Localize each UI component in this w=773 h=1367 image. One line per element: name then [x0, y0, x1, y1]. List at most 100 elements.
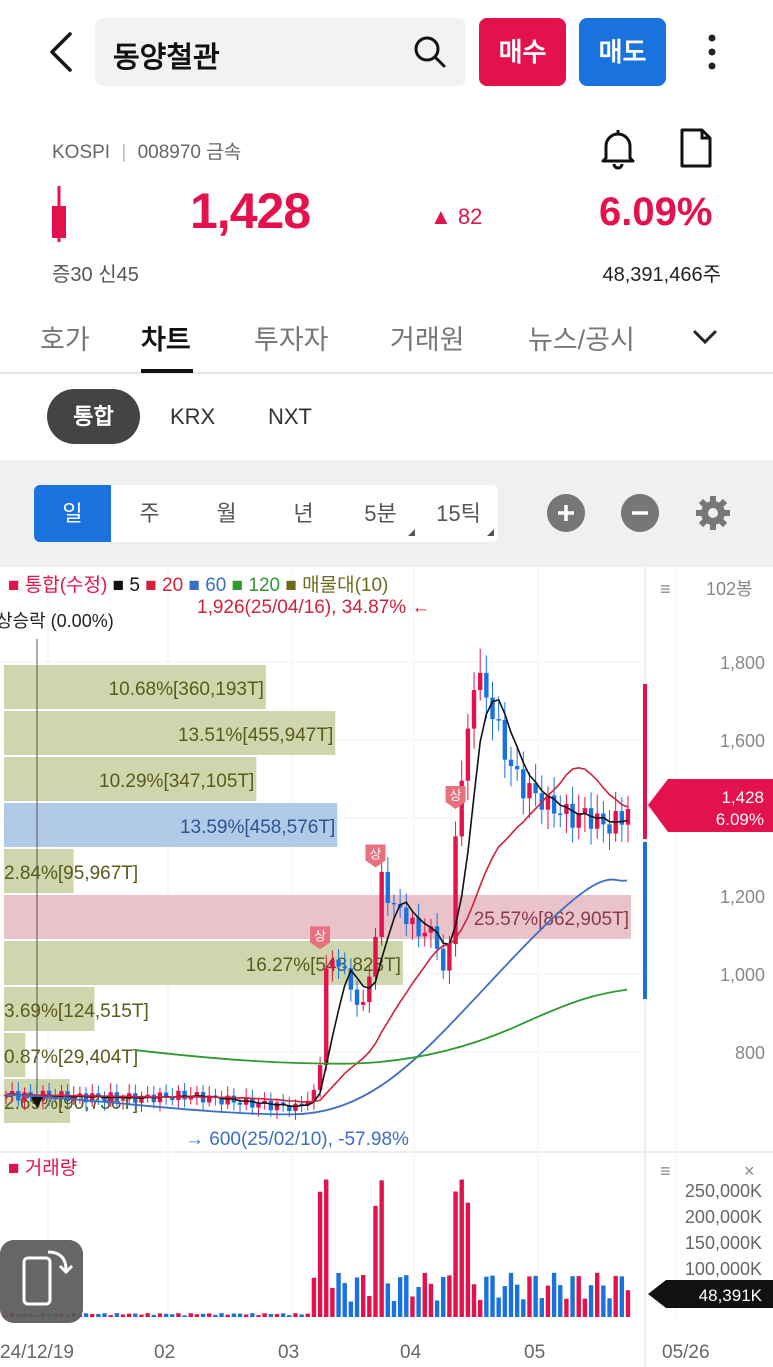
volume-bar	[508, 1272, 514, 1317]
volume-bar	[348, 1301, 354, 1317]
back-arrow-icon[interactable]	[40, 28, 80, 76]
more-options-icon[interactable]	[700, 28, 724, 76]
period-day[interactable]: 일	[34, 485, 111, 542]
up-triangle-icon: ▲	[430, 204, 452, 229]
x-tick-label: 03	[278, 1342, 299, 1363]
profile-label: 13.51%[455,947T]	[178, 725, 333, 746]
chart-area[interactable]: 10.68%[360,193T] 13.51%[455,947T] 10.29%[3…	[0, 567, 773, 1367]
gear-icon[interactable]	[694, 494, 732, 532]
limit-up-label: 상	[370, 847, 382, 862]
volume-bar	[237, 1313, 243, 1317]
meta-divider: |	[121, 142, 127, 163]
dropdown-corner-icon	[408, 529, 415, 536]
mini-candle-icon	[52, 186, 66, 242]
profile-label: 0.87%[29,404T]	[4, 1047, 138, 1068]
candle-body	[477, 672, 483, 691]
volume-bar	[613, 1275, 618, 1317]
candle-body	[324, 968, 329, 1066]
volume-bar	[225, 1314, 230, 1317]
profile-label: 10.68%[360,193T]	[109, 679, 264, 700]
volume-bar	[243, 1314, 249, 1317]
volume-bar	[324, 1179, 329, 1317]
zoom-out-icon[interactable]	[621, 494, 659, 532]
volume-bar	[570, 1276, 575, 1317]
candle-body	[391, 902, 397, 905]
tab-orderbook[interactable]: 호가	[40, 318, 90, 357]
change-percent: 6.09%	[599, 190, 713, 234]
period-15tick[interactable]: 15틱	[419, 485, 498, 542]
chevron-down-icon[interactable]	[690, 322, 720, 352]
list-icon[interactable]: ≡	[660, 579, 671, 599]
detail-tabs: 호가 차트 투자자 거래원 뉴스/공시	[0, 300, 773, 374]
candle-body	[385, 871, 391, 903]
candle-body	[582, 808, 588, 814]
candle-body	[496, 719, 501, 721]
volume-bar	[317, 1191, 323, 1317]
market-option-nxt[interactable]: NXT	[268, 404, 312, 430]
volume-bar	[268, 1314, 274, 1317]
volume-bar	[83, 1313, 89, 1317]
period-month[interactable]: 월	[188, 485, 265, 542]
candle-body	[576, 813, 581, 828]
candle-body	[410, 917, 415, 925]
candle-body	[373, 936, 378, 977]
volume-bar	[250, 1313, 255, 1317]
tab-investor[interactable]: 투자자	[254, 318, 329, 357]
volume-bar	[391, 1300, 397, 1317]
volume-bar	[280, 1313, 286, 1317]
volume-y-tick-label: 150,000K	[685, 1233, 762, 1253]
volume-y-tick-label: 100,000K	[685, 1259, 762, 1279]
volume-bar	[342, 1283, 347, 1317]
period-5min[interactable]: 5분	[342, 485, 419, 542]
tab-chart[interactable]: 차트	[141, 318, 191, 357]
limit-up-label: 상	[450, 788, 462, 803]
period-year[interactable]: 년	[265, 485, 342, 542]
volume-bar	[274, 1314, 280, 1317]
volume-bar	[145, 1313, 150, 1317]
volume-bar	[293, 1313, 298, 1317]
volume-bar	[139, 1314, 144, 1317]
volume-bar	[360, 1275, 366, 1317]
stock-name: 동양철관	[113, 42, 220, 74]
buy-button[interactable]: 매수	[479, 18, 566, 86]
limit-up-label: 상	[314, 928, 326, 943]
document-icon[interactable]	[676, 126, 716, 170]
volume-bar	[477, 1299, 483, 1317]
close-icon[interactable]: ×	[744, 1161, 755, 1181]
candle-body	[237, 1102, 243, 1105]
high-annotation: 1,926(25/04/16), 34.87% ←	[197, 597, 430, 618]
volume-bar	[311, 1277, 317, 1317]
bell-icon[interactable]	[598, 126, 638, 170]
market-option-integrated[interactable]: 통합	[47, 389, 140, 444]
market-option-krx[interactable]: KRX	[170, 404, 215, 430]
tab-news[interactable]: 뉴스/공시	[528, 318, 635, 357]
tab-broker[interactable]: 거래원	[390, 318, 465, 357]
rotate-screen-icon[interactable]	[0, 1240, 83, 1323]
volume-bar	[126, 1313, 132, 1317]
candle-body	[508, 759, 514, 767]
y-tick-label: 1,600	[720, 731, 765, 751]
candle-body	[619, 811, 625, 825]
volume-bar	[502, 1286, 508, 1317]
period-selector: 일 주 월 년 5분 15틱	[34, 485, 498, 542]
volume-bar	[90, 1314, 95, 1317]
sell-button[interactable]: 매도	[579, 18, 666, 86]
candle-body	[527, 783, 532, 799]
period-week[interactable]: 주	[111, 485, 188, 542]
candle-body	[416, 917, 421, 937]
stock-search-box[interactable]: 동양철관	[95, 18, 466, 86]
volume-bar	[373, 1205, 378, 1317]
search-icon[interactable]	[412, 34, 448, 70]
volume-list-icon[interactable]: ≡	[660, 1161, 671, 1181]
zoom-in-icon[interactable]	[547, 494, 585, 532]
chart-canvas[interactable]: 10.68%[360,193T] 13.51%[455,947T] 10.29%[3…	[0, 567, 773, 1367]
candle-body	[176, 1090, 181, 1100]
volume-bar	[484, 1276, 489, 1317]
candle-body	[354, 989, 360, 1005]
volume-bar	[219, 1313, 224, 1317]
volume-bar	[176, 1313, 181, 1317]
profile-label: 3.69%[124,515T]	[4, 1001, 149, 1022]
y-tick-label: 800	[735, 1043, 765, 1063]
volume-bar	[367, 1295, 372, 1317]
margin-rate: 증30 신45	[52, 264, 139, 286]
